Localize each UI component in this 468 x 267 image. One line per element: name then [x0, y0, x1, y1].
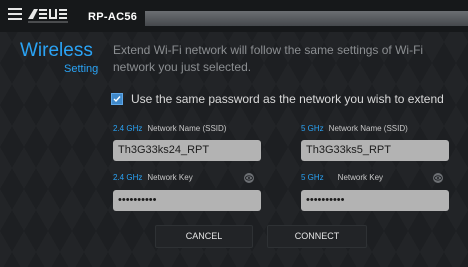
key-input-5[interactable]: ••••••••••: [301, 190, 449, 211]
header-strip: [145, 11, 468, 26]
ssid-label-text-24: Network Name (SSID): [147, 124, 227, 133]
ssid-label-24: 2.4 GHz Network Name (SSID): [113, 124, 226, 133]
page-title: Wireless: [20, 40, 93, 61]
key-label-text-5: Network Key: [337, 173, 384, 182]
show-password-icon-24[interactable]: [244, 173, 254, 183]
ssid-input-24[interactable]: Th3G33ks24_RPT: [113, 140, 261, 161]
ssid-input-5[interactable]: Th3G33ks5_RPT: [301, 140, 449, 161]
band-label-5: 5 GHz: [301, 124, 324, 133]
ssid-label-5: 5 GHz Network Name (SSID): [301, 124, 408, 133]
same-password-label: Use the same password as the network you…: [131, 92, 444, 106]
page-description: Extend Wi-Fi network will follow the sam…: [113, 43, 424, 74]
band-label-24: 2.4 GHz: [113, 124, 143, 133]
key-input-24[interactable]: ••••••••••: [113, 190, 261, 211]
checkmark-icon: [113, 96, 121, 103]
cancel-button[interactable]: CANCEL: [155, 225, 253, 248]
band-label-5-key: 5 GHz: [301, 173, 324, 182]
model-name: RP-AC56: [88, 11, 138, 23]
asus-logo: [28, 8, 74, 24]
menu-icon[interactable]: [8, 8, 22, 20]
connect-button[interactable]: CONNECT: [267, 225, 367, 248]
same-password-checkbox[interactable]: [111, 93, 123, 105]
key-label-24: 2.4 GHz Network Key: [113, 173, 193, 182]
band-label-24-key: 2.4 GHz: [113, 173, 143, 182]
page-subtitle: Setting: [64, 63, 99, 75]
ssid-label-text-5: Network Name (SSID): [328, 124, 408, 133]
show-password-icon-5[interactable]: [433, 173, 443, 183]
key-label-text-24: Network Key: [147, 173, 193, 182]
key-label-5: 5 GHz Network Key: [301, 173, 383, 182]
